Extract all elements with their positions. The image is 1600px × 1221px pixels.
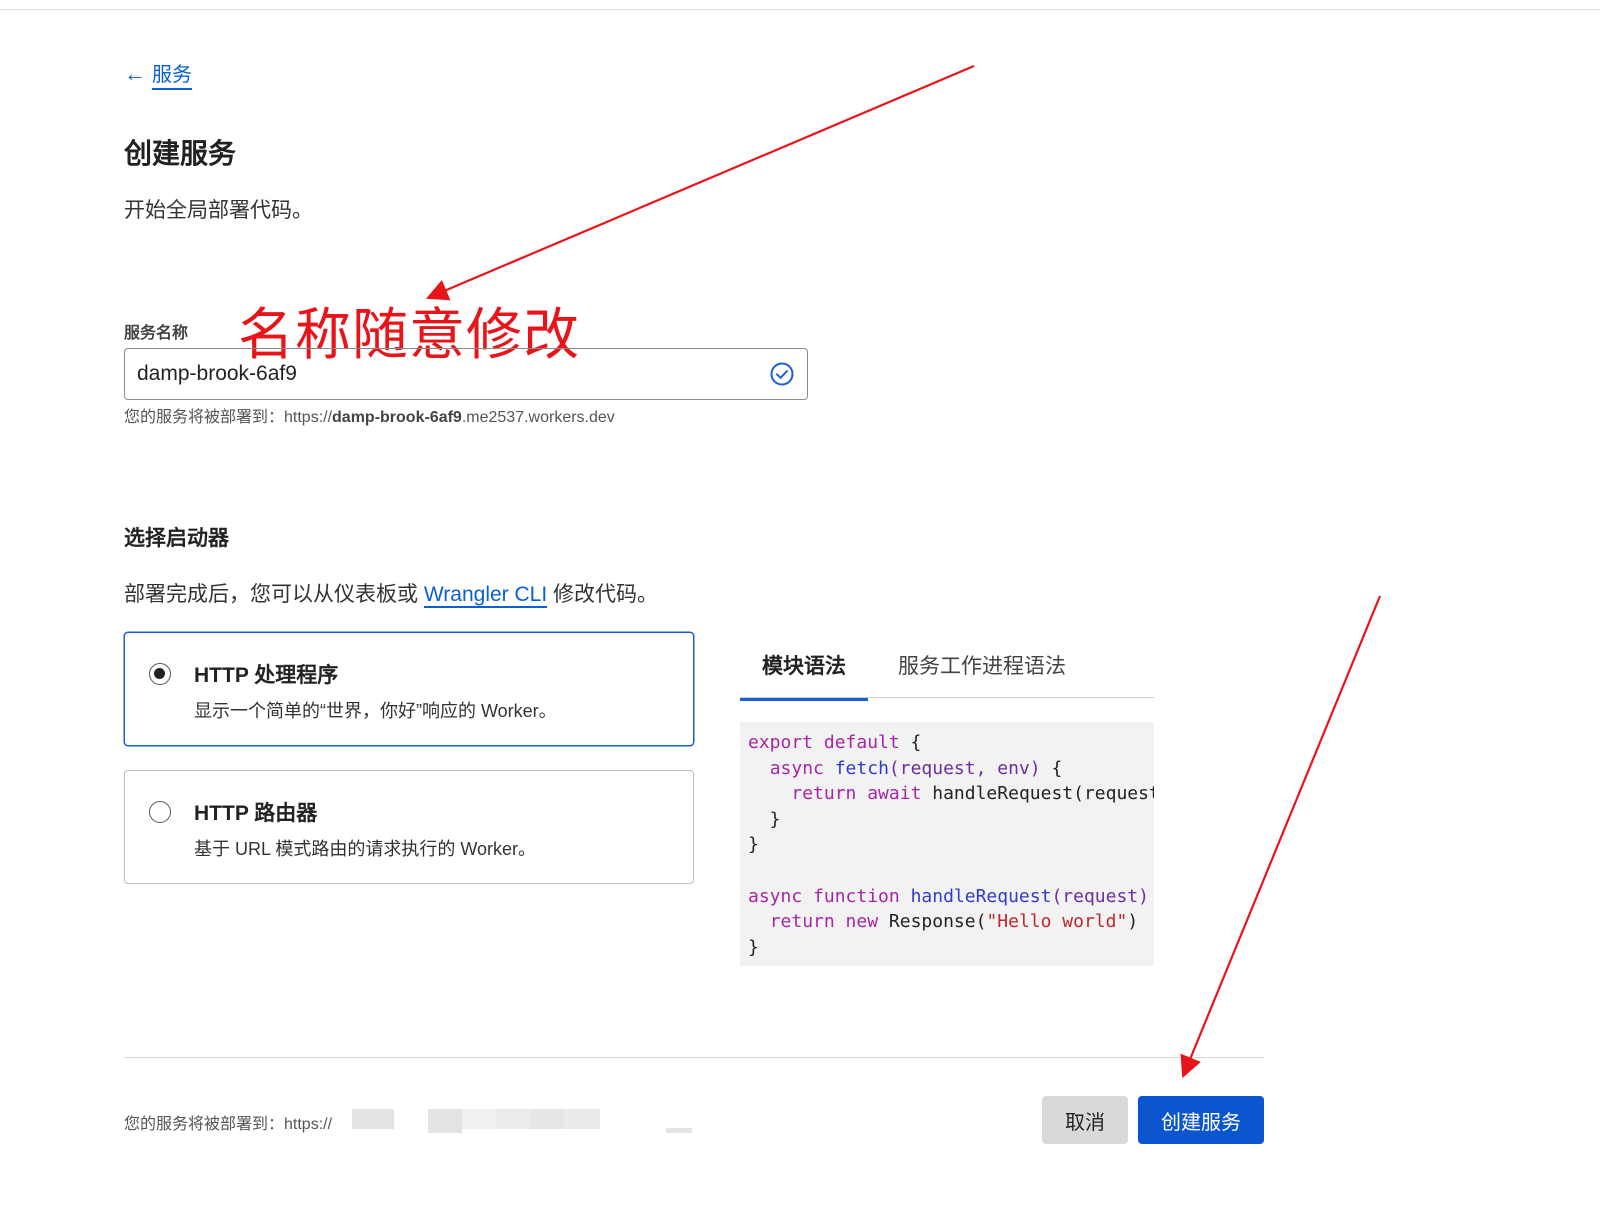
page-title: 创建服务 [124,138,237,169]
radio-selected[interactable] [149,663,171,685]
option-desc: 基于 URL 模式路由的请求执行的 Worker。 [194,839,537,859]
footer-divider [124,1057,1264,1058]
tab-service-worker-syntax[interactable]: 服务工作进程语法 [898,650,1066,698]
tab-module-syntax[interactable]: 模块语法 [740,650,868,701]
option-card-http-handler[interactable]: HTTP 处理程序 显示一个简单的“世界，你好”响应的 Worker。 [124,632,694,746]
deploy-hint-prefix: 您的服务将被部署到：https:// [124,409,333,426]
annotation-arrows [425,64,1382,1079]
redacted-block [666,1128,692,1133]
arrow-left-icon: ← [124,61,146,86]
redacted-block [352,1109,394,1129]
service-name-field[interactable] [124,348,808,400]
code-syntax-tabs: 模块语法 服务工作进程语法 [740,640,1154,701]
check-circle-icon [770,362,794,386]
starter-section-desc: 部署完成后，您可以从仪表板或 Wrangler CLI 修改代码。 [124,578,658,608]
redacted-block [530,1109,564,1129]
back-link-label: 服务 [152,58,192,90]
radio-unselected[interactable] [149,801,171,823]
create-service-button[interactable]: 创建服务 [1138,1096,1264,1144]
redacted-block [496,1109,530,1129]
starter-desc-prefix: 部署完成后，您可以从仪表板或 [124,583,424,606]
redacted-block [462,1109,496,1129]
deploy-hint-suffix: .me2537.workers.dev [461,409,615,426]
option-title: HTTP 路由器 [194,802,318,825]
option-title: HTTP 处理程序 [194,664,339,687]
starter-desc-suffix: 修改代码。 [547,583,659,606]
redacted-block [428,1109,462,1133]
code-preview: export default { async fetch(request, en… [740,722,1154,966]
annotation-arrow-to-create [1180,595,1382,1079]
back-link[interactable]: ← 服务 [124,58,192,90]
starter-section-title: 选择启动器 [124,527,229,550]
deploy-hint-name: damp-brook-6af9 [332,409,462,426]
option-desc: 显示一个简单的“世界，你好”响应的 Worker。 [194,701,557,721]
top-divider [0,9,1600,10]
service-name-input[interactable] [125,362,745,386]
redacted-block [564,1109,600,1129]
service-name-label: 服务名称 [124,325,189,342]
cancel-button[interactable]: 取消 [1042,1096,1128,1144]
annotation-arrow-to-name [425,64,975,301]
option-card-http-router[interactable]: HTTP 路由器 基于 URL 模式路由的请求执行的 Worker。 [124,770,694,884]
footer-deploy-hint: 您的服务将被部署到：https:// [124,1116,333,1133]
wrangler-cli-link[interactable]: Wrangler CLI [423,583,548,608]
deploy-url-hint: 您的服务将被部署到：https://damp-brook-6af9.me2537… [124,403,615,427]
page-subtitle: 开始全局部署代码。 [124,199,313,222]
